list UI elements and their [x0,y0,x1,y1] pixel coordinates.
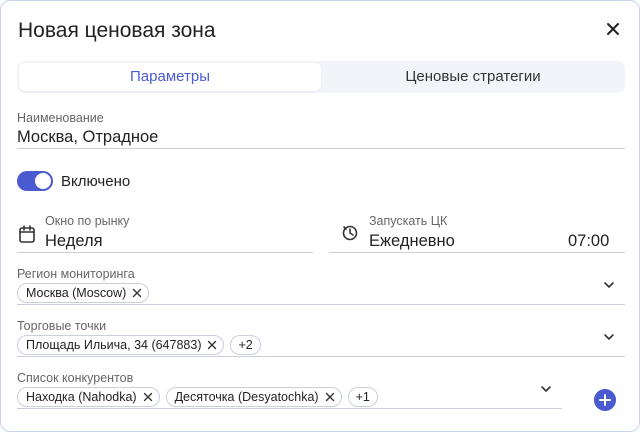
chip-competitor: Находка (Nahodka) [17,387,160,407]
name-input[interactable]: Москва, Отрадное [17,128,158,147]
chip-region: Москва (Moscow) [17,283,150,303]
enabled-toggle[interactable] [17,171,53,191]
chevron-down-icon[interactable] [602,330,616,344]
chip-label: Десяточка (Desyatochka) [174,390,319,404]
chip-label: Площадь Ильича, 34 (647883) [26,338,202,352]
region-chips: Москва (Moscow) [17,283,150,303]
competitors-label: Список конкурентов [17,371,134,385]
close-icon[interactable] [132,288,142,298]
dialog-title: Новая ценовая зона [18,19,216,42]
market-window-label: Окно по рынку [45,214,130,228]
name-underline [17,148,625,149]
timer-icon [342,225,358,241]
chip-store: Площадь Ильича, 34 (647883) [17,335,225,355]
add-competitor-button[interactable] [594,389,616,411]
tab-price-strategies[interactable]: Ценовые стратегии [323,63,623,91]
region-underline [17,304,625,305]
stores-label: Торговые точки [17,319,107,333]
enabled-label: Включено [61,173,131,190]
more-stores-chip[interactable]: +2 [230,335,261,355]
name-label: Наименование [17,111,104,125]
tab-parameters[interactable]: Параметры [19,63,321,91]
price-zone-dialog: Новая ценовая зона Параметры Ценовые стр… [0,0,640,432]
run-schedule-select[interactable]: Ежедневно [369,232,455,251]
chevron-down-icon[interactable] [602,278,616,292]
run-time-value[interactable]: 07:00 [568,232,609,251]
close-icon[interactable] [143,392,153,402]
run-schedule-label: Запускать ЦК [369,214,448,228]
competitors-underline [17,408,562,409]
stores-chips: Площадь Ильича, 34 (647883) +2 [17,335,261,355]
chip-label: Москва (Moscow) [26,286,127,300]
stores-underline [17,356,625,357]
competitors-chips: Находка (Nahodka) Десяточка (Desyatochka… [17,387,378,407]
chip-label: Находка (Nahodka) [26,390,137,404]
close-icon[interactable] [207,340,217,350]
calendar-icon [19,225,35,243]
tab-bar: Параметры Ценовые стратегии [17,61,625,93]
more-competitors-chip[interactable]: +1 [347,387,378,407]
market-window-select[interactable]: Неделя [45,232,103,251]
chip-competitor: Десяточка (Desyatochka) [165,387,342,407]
close-icon[interactable] [601,17,625,41]
run-schedule-underline [329,252,625,253]
close-icon[interactable] [325,392,335,402]
region-label: Регион мониторинга [17,267,135,281]
market-window-underline [17,252,313,253]
chevron-down-icon[interactable] [539,382,553,396]
toggle-knob [35,173,51,189]
